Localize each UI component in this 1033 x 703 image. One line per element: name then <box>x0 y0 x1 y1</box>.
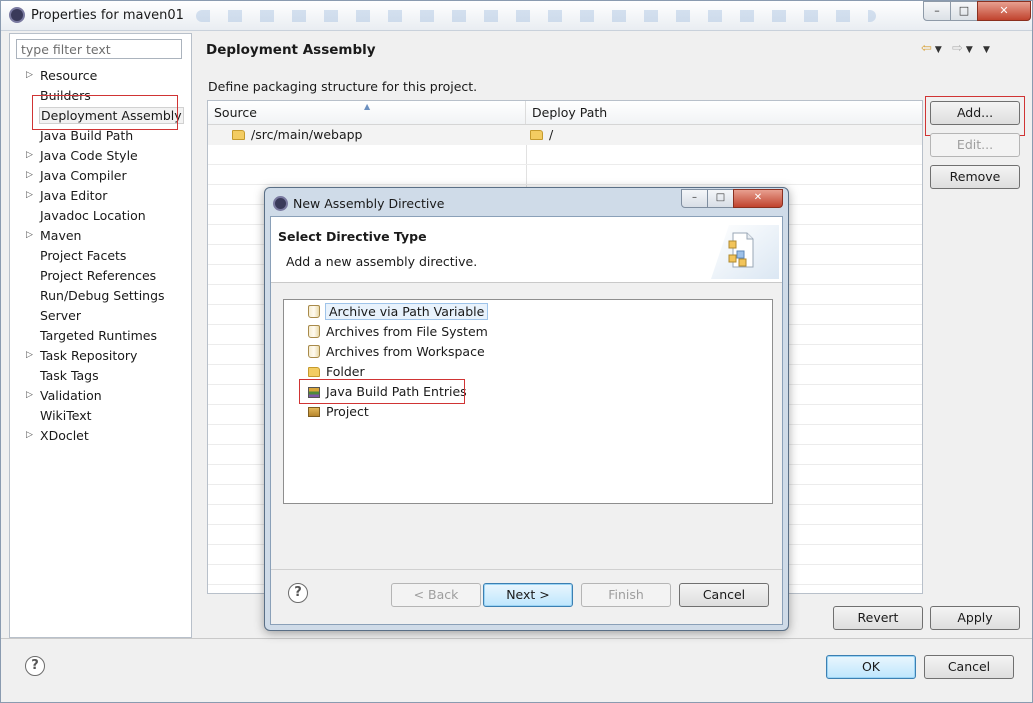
window-titlebar[interactable]: Properties for maven01 – □ ✕ <box>1 1 1032 31</box>
remove-button[interactable]: Remove <box>930 165 1020 189</box>
finish-button[interactable]: Finish <box>581 583 671 607</box>
nav-item-project-facets[interactable]: Project Facets <box>10 246 191 266</box>
expand-arrow-icon[interactable]: ▷ <box>26 346 33 365</box>
nav-item-java-code-style[interactable]: ▷ Java Code Style <box>10 146 191 166</box>
back-arrow-icon[interactable]: ⇦ <box>921 41 935 56</box>
edit-button[interactable]: Edit... <box>930 133 1020 157</box>
properties-window: Properties for maven01 – □ ✕ ▷Resource B… <box>0 0 1033 703</box>
nav-item-java-editor[interactable]: ▷ Java Editor <box>10 186 191 206</box>
blurred-background-strip <box>196 10 876 22</box>
project-icon <box>308 407 320 417</box>
list-item-archive-via-path-variable[interactable]: Archive via Path Variable <box>308 303 491 322</box>
expand-arrow-icon[interactable]: ▷ <box>26 386 33 405</box>
cancel-button[interactable]: Cancel <box>924 655 1014 679</box>
dialog-title: New Assembly Directive <box>293 196 445 211</box>
folder-icon <box>530 130 543 140</box>
nav-item-maven[interactable]: ▷ Maven <box>10 226 191 246</box>
nav-item-java-compiler[interactable]: ▷ Java Compiler <box>10 166 191 186</box>
dialog-minimize-button[interactable]: – <box>681 189 708 208</box>
jar-icon <box>308 325 320 338</box>
nav-item-resource[interactable]: ▷ Resource <box>10 66 191 86</box>
next-button[interactable]: Next > <box>483 583 573 607</box>
dialog-footer-separator <box>271 569 782 570</box>
dialog-maximize-button[interactable]: □ <box>707 189 734 208</box>
expand-arrow-icon[interactable]: ▷ <box>26 426 33 445</box>
expand-arrow-icon[interactable]: ▷ <box>26 146 33 165</box>
window-title: Properties for maven01 <box>31 8 184 23</box>
list-item-project[interactable]: Project <box>308 403 373 422</box>
banner-subtitle: Add a new assembly directive. <box>286 254 478 269</box>
banner-title: Select Directive Type <box>278 229 427 244</box>
apply-button[interactable]: Apply <box>930 606 1020 630</box>
expand-arrow-icon[interactable]: ▷ <box>26 66 33 85</box>
deploy-path-cell: / <box>530 125 553 144</box>
nav-item-task-tags[interactable]: Task Tags <box>10 366 191 386</box>
back-menu-chevron-icon[interactable]: ▼ <box>935 45 945 55</box>
nav-item-run-debug-settings[interactable]: Run/Debug Settings <box>10 286 191 306</box>
filter-input[interactable] <box>16 39 182 59</box>
forward-menu-chevron-icon[interactable]: ▼ <box>966 45 976 55</box>
dialog-close-button[interactable]: ✕ <box>733 189 783 208</box>
folder-icon <box>232 130 245 140</box>
page-description: Define packaging structure for this proj… <box>208 79 478 94</box>
table-row[interactable]: /src/main/webapp / <box>208 125 922 145</box>
forward-arrow-icon[interactable]: ⇨ <box>952 41 966 56</box>
source-cell: /src/main/webapp <box>232 125 363 144</box>
view-menu-chevron-icon[interactable]: ▼ <box>983 45 993 55</box>
new-assembly-directive-dialog: New Assembly Directive – □ ✕ Select Dire… <box>264 187 789 631</box>
revert-button[interactable]: Revert <box>833 606 923 630</box>
maximize-button[interactable]: □ <box>950 1 978 21</box>
dialog-body: Select Directive Type Add a new assembly… <box>270 216 783 625</box>
back-button[interactable]: < Back <box>391 583 481 607</box>
page-title: Deployment Assembly <box>206 42 376 58</box>
wizard-banner-icon <box>711 225 779 279</box>
expand-arrow-icon[interactable]: ▷ <box>26 226 33 245</box>
eclipse-icon <box>273 196 288 211</box>
help-icon[interactable]: ? <box>25 656 45 676</box>
close-button[interactable]: ✕ <box>977 1 1031 21</box>
nav-item-javadoc-location[interactable]: Javadoc Location <box>10 206 191 226</box>
nav-item-wikitext[interactable]: WikiText <box>10 406 191 426</box>
expand-arrow-icon[interactable]: ▷ <box>26 186 33 205</box>
dialog-banner: Select Directive Type Add a new assembly… <box>271 217 782 283</box>
nav-item-project-references[interactable]: Project References <box>10 266 191 286</box>
nav-item-targeted-runtimes[interactable]: Targeted Runtimes <box>10 326 191 346</box>
nav-item-xdoclet[interactable]: ▷ XDoclet <box>10 426 191 446</box>
dialog-cancel-button[interactable]: Cancel <box>679 583 769 607</box>
list-item-archives-from-file-system[interactable]: Archives from File System <box>308 323 492 342</box>
column-header-deploy-path[interactable]: Deploy Path <box>526 101 922 124</box>
jar-icon <box>308 305 320 318</box>
expand-arrow-icon[interactable]: ▷ <box>26 166 33 185</box>
minimize-button[interactable]: – <box>923 1 951 21</box>
annotation-box-add <box>925 96 1025 136</box>
jar-icon <box>308 345 320 358</box>
dialog-help-icon[interactable]: ? <box>288 583 308 603</box>
footer-separator <box>1 638 1032 639</box>
annotation-box-deployment-assembly <box>32 95 178 130</box>
nav-item-validation[interactable]: ▷ Validation <box>10 386 191 406</box>
history-nav: ⇦▼ ⇨▼ ▼ <box>921 41 993 56</box>
folder-icon <box>308 367 320 377</box>
dialog-titlebar[interactable]: New Assembly Directive – □ ✕ <box>265 188 788 216</box>
ok-button[interactable]: OK <box>826 655 916 679</box>
eclipse-icon <box>9 7 25 23</box>
nav-item-task-repository[interactable]: ▷ Task Repository <box>10 346 191 366</box>
list-item-archives-from-workspace[interactable]: Archives from Workspace <box>308 343 489 362</box>
column-header-source[interactable]: Source ▲ <box>208 101 526 124</box>
sort-ascending-icon: ▲ <box>364 102 371 111</box>
nav-item-server[interactable]: Server <box>10 306 191 326</box>
annotation-box-java-build-path-entries <box>299 379 465 404</box>
table-header: Source ▲ Deploy Path <box>208 101 922 125</box>
